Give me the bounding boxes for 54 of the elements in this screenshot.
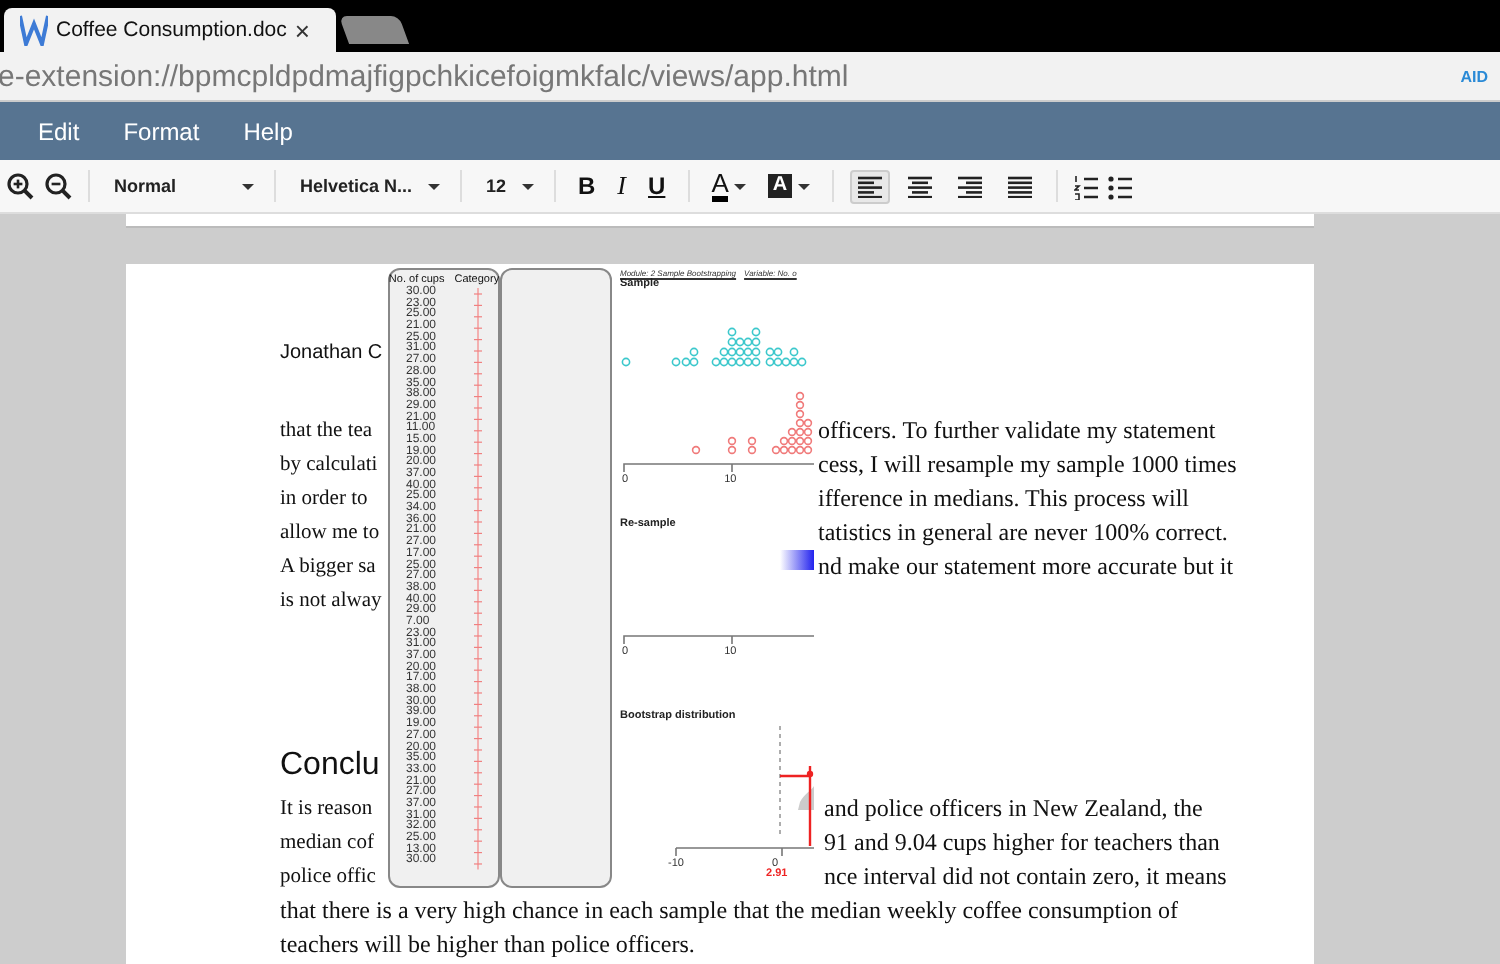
paragraph-text: nd make our statement more accurate but it	[818, 550, 1234, 584]
section-heading: Conclu	[280, 746, 380, 786]
paragraph-text: It is reason	[280, 796, 375, 824]
caret-icon	[797, 183, 810, 189]
document-icon	[20, 14, 48, 46]
paragraph-text: that the tea	[280, 418, 375, 446]
highlight-color-button[interactable]: A	[762, 168, 816, 204]
paragraph-text: tatistics in general are never 100% correct.	[818, 516, 1228, 550]
tab-title: Coffee Consumption.doc	[56, 18, 287, 42]
underline-button[interactable]: U	[642, 168, 672, 204]
paragraph-text: that there is a very high chance in each sample that the median weekly coffee consumption of	[280, 894, 1178, 928]
align-right-icon	[957, 175, 982, 197]
browser-tab[interactable]	[338, 16, 410, 44]
paragraph-text: median cof	[280, 830, 376, 858]
italic-button[interactable]: I	[611, 168, 633, 204]
author-text: Jonathan C	[280, 340, 383, 368]
caret-icon	[522, 183, 534, 189]
paragraph-text: by calculati	[280, 452, 380, 480]
align-center-icon	[907, 175, 932, 197]
paragraph-text: cess, I will resample my sample 1000 times	[818, 448, 1237, 482]
caret-icon	[428, 183, 440, 189]
align-justify-icon	[1007, 175, 1032, 197]
numbered-list-icon[interactable]	[1073, 173, 1098, 199]
paragraph-style-dropdown[interactable]: Normal	[106, 176, 258, 196]
text-color-button[interactable]: A	[705, 168, 753, 204]
paragraph-text: ifference in medians. This process will	[818, 482, 1190, 516]
paragraph-text: allow me to	[280, 520, 382, 548]
font-size-dropdown[interactable]: 12	[478, 176, 538, 196]
zoom-in-icon[interactable]	[6, 172, 34, 200]
align-left-icon	[857, 175, 882, 197]
paragraph-text: 91 and 9.04 cups higher for teachers than	[824, 826, 1220, 860]
close-tab-button[interactable]: ×	[294, 15, 310, 45]
caret-icon	[242, 183, 254, 189]
font-dropdown[interactable]: Helvetica N...	[292, 176, 444, 196]
align-left-button[interactable]	[849, 169, 890, 203]
menu-item[interactable]: Edit	[16, 117, 102, 145]
paragraph-text: A bigger sa	[280, 554, 378, 582]
menu-item[interactable]: Format	[101, 117, 222, 145]
zoom-out-icon[interactable]	[44, 172, 72, 200]
paragraph-text: in order to	[280, 486, 370, 514]
paragraph-text: is not alway	[280, 588, 384, 616]
resample-bar-drawing	[780, 550, 814, 570]
address-field[interactable]: e-extension://bpmcpldpdmajfigpchkicefoigmkfalc/views/app.html	[0, 59, 849, 93]
paragraph-text: teachers will be higher than police officers.	[280, 928, 695, 962]
caret-icon	[734, 183, 747, 189]
bulleted-list-icon[interactable]	[1107, 173, 1132, 199]
paragraph-text: nce interval did not contain zero, it means	[824, 860, 1227, 894]
paragraph-text: and police officers in New Zealand, the	[824, 792, 1203, 826]
bold-button[interactable]: B	[572, 168, 602, 204]
browser-tab[interactable]: Coffee Consumption.doc ×	[4, 8, 336, 52]
menu-item[interactable]: Help	[221, 117, 315, 145]
paragraph-text: officers. To further validate my statement	[818, 414, 1216, 448]
bootstrap-distribution-drawing	[778, 726, 814, 846]
paragraph-text: police offic	[280, 864, 378, 892]
